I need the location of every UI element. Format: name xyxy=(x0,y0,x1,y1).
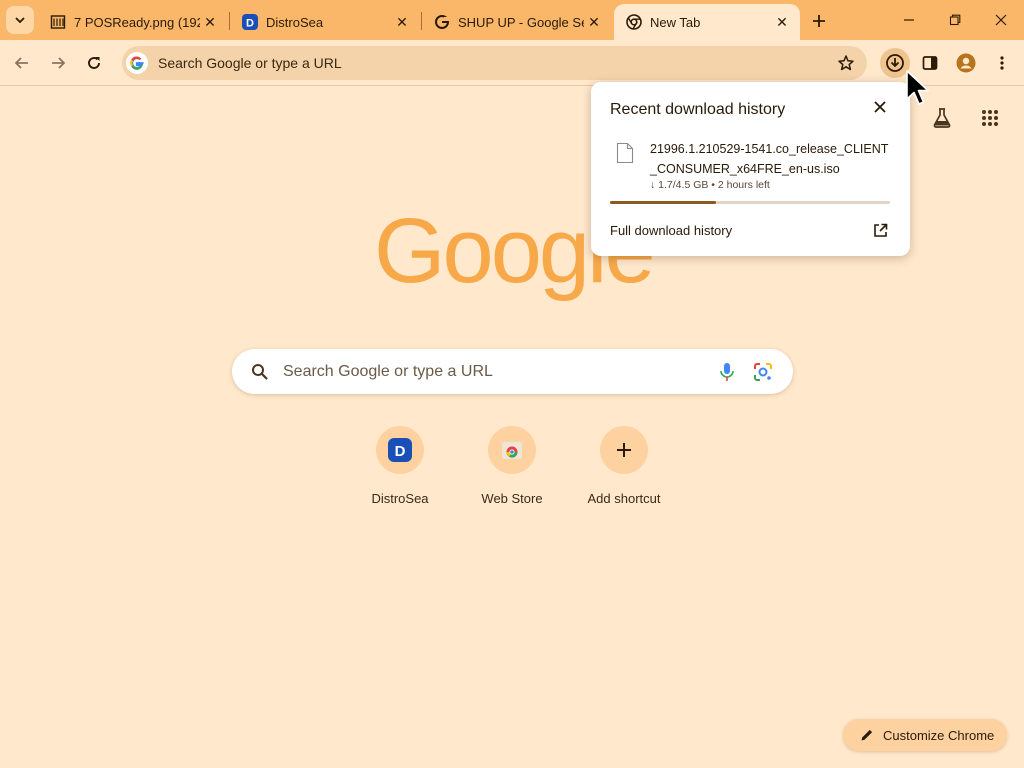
download-bubble-title: Recent download history xyxy=(610,101,786,118)
shortcut-tile xyxy=(488,426,536,474)
new-tab-button[interactable] xyxy=(806,8,832,34)
restore-button[interactable] xyxy=(932,0,978,40)
mouse-cursor-icon xyxy=(906,70,929,105)
shortcut-label: DistroSea xyxy=(371,491,429,506)
tab-title: DistroSea xyxy=(266,14,324,30)
toolbar: Search Google or type a URL xyxy=(0,40,1024,86)
svg-text:D: D xyxy=(395,443,406,460)
tab-distrosea[interactable]: D DistroSea ✕ xyxy=(230,4,420,40)
download-progress-fill xyxy=(610,201,716,204)
tab-posready[interactable]: 7 POSReady.png (1920 ✕ xyxy=(38,4,228,40)
chrome-favicon xyxy=(626,14,642,30)
tab-close-icon[interactable]: ✕ xyxy=(772,12,792,32)
reload-icon xyxy=(88,57,100,69)
tab-close-icon[interactable]: ✕ xyxy=(392,12,412,32)
web-store-icon xyxy=(502,442,522,459)
shortcut-web-store[interactable]: Web Store xyxy=(462,426,562,506)
download-progress-bar xyxy=(610,201,890,204)
bookmark-star-icon[interactable] xyxy=(831,48,861,78)
full-download-history-link[interactable]: Full download history xyxy=(610,223,732,238)
search-input[interactable]: Search Google or type a URL xyxy=(283,363,715,381)
shortcut-tile xyxy=(600,426,648,474)
search-box[interactable]: Search Google or type a URL xyxy=(232,349,793,394)
plus-icon xyxy=(617,443,631,457)
chrome-menu-button[interactable] xyxy=(987,48,1017,78)
minimize-icon xyxy=(904,19,914,21)
tab-strip: 7 POSReady.png (1920 ✕ D DistroSea ✕ SHU… xyxy=(0,0,1024,40)
download-filename[interactable]: 21996.1.210529-1541.co_release_CLIENT_CO… xyxy=(650,139,895,179)
tab-title: New Tab xyxy=(650,14,701,30)
chevron-down-icon xyxy=(15,17,25,24)
avatar-icon xyxy=(956,53,976,73)
tab-title: SHUP UP - Google Se xyxy=(458,14,584,30)
labs-flask-icon[interactable] xyxy=(928,104,956,132)
open-external-icon[interactable] xyxy=(870,220,890,240)
reload-button[interactable] xyxy=(79,48,109,78)
google-lens-icon[interactable] xyxy=(751,360,775,384)
address-bar[interactable]: Search Google or type a URL xyxy=(122,46,867,80)
add-shortcut-button[interactable]: Add shortcut xyxy=(574,426,674,506)
profile-button[interactable] xyxy=(951,48,981,78)
svg-text:D: D xyxy=(246,18,254,30)
customize-chrome-label: Customize Chrome xyxy=(883,727,995,743)
shortcut-label: Web Store xyxy=(481,491,543,506)
arrow-left-icon xyxy=(14,57,28,69)
google-apps-icon[interactable] xyxy=(976,104,1004,132)
tab-google-search[interactable]: SHUP UP - Google Se ✕ xyxy=(422,4,612,40)
image-gallery-icon xyxy=(50,14,66,30)
tab-close-icon[interactable]: ✕ xyxy=(200,12,220,32)
restore-icon xyxy=(949,14,961,26)
shortcut-distrosea[interactable]: D DistroSea xyxy=(350,426,450,506)
download-bubble: Recent download history 21996.1.210529-1… xyxy=(591,82,910,256)
download-status: ↓ 1.7/4.5 GB • 2 hours left xyxy=(650,179,770,191)
tab-close-icon[interactable]: ✕ xyxy=(584,12,604,32)
shortcut-label: Add shortcut xyxy=(587,491,661,506)
address-bar-placeholder: Search Google or type a URL xyxy=(158,55,342,71)
shortcut-tile: D xyxy=(376,426,424,474)
minimize-button[interactable] xyxy=(886,0,932,40)
plus-icon xyxy=(813,15,825,27)
file-icon xyxy=(616,142,634,164)
tab-new-tab[interactable]: New Tab ✕ xyxy=(614,4,800,40)
arrow-right-icon xyxy=(52,57,66,69)
close-window-button[interactable] xyxy=(978,0,1024,40)
customize-chrome-button[interactable]: Customize Chrome xyxy=(843,719,1007,751)
voice-search-icon[interactable] xyxy=(715,360,739,384)
more-vertical-icon xyxy=(1000,56,1004,70)
back-button[interactable] xyxy=(7,48,37,78)
download-icon xyxy=(886,54,904,72)
pencil-icon xyxy=(859,727,875,743)
tab-search-button[interactable] xyxy=(6,6,34,34)
search-icon xyxy=(250,362,270,382)
google-g-icon xyxy=(126,52,148,74)
tab-title: 7 POSReady.png (1920 xyxy=(74,14,200,30)
forward-button[interactable] xyxy=(43,48,73,78)
close-icon[interactable] xyxy=(870,97,890,117)
close-icon xyxy=(995,14,1007,26)
google-favicon xyxy=(434,14,450,30)
distrosea-favicon: D xyxy=(242,14,258,30)
distrosea-icon: D xyxy=(388,438,412,462)
